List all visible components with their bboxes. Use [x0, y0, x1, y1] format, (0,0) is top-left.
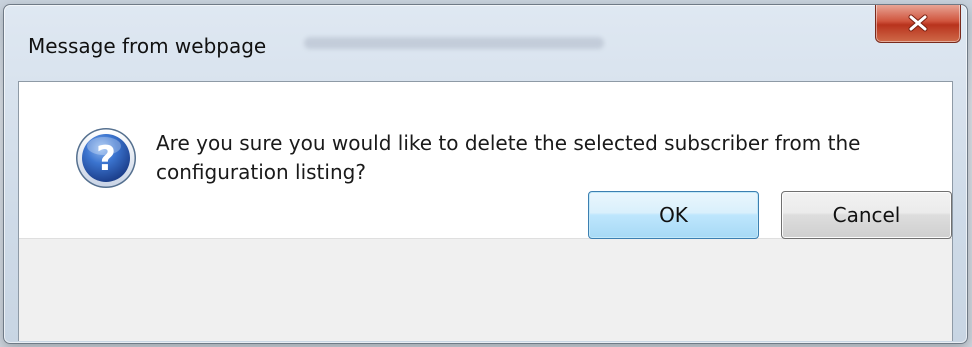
- dialog-body: ? Are you sure you would like to delete …: [18, 81, 953, 341]
- cancel-button[interactable]: Cancel: [781, 191, 952, 239]
- message-dialog: Message from webpage ? Are you sure you …: [3, 4, 968, 344]
- dialog-message: Are you sure you would like to delete th…: [156, 131, 861, 184]
- svg-text:?: ?: [96, 139, 116, 179]
- question-icon: ?: [74, 126, 138, 190]
- dialog-titlebar[interactable]: Message from webpage: [4, 5, 967, 81]
- button-strip: [19, 238, 952, 341]
- ok-button[interactable]: OK: [588, 191, 759, 239]
- close-icon: [907, 14, 929, 32]
- dialog-title: Message from webpage: [28, 34, 267, 58]
- close-button[interactable]: [875, 5, 961, 43]
- background-page-text-ghost: [304, 37, 604, 49]
